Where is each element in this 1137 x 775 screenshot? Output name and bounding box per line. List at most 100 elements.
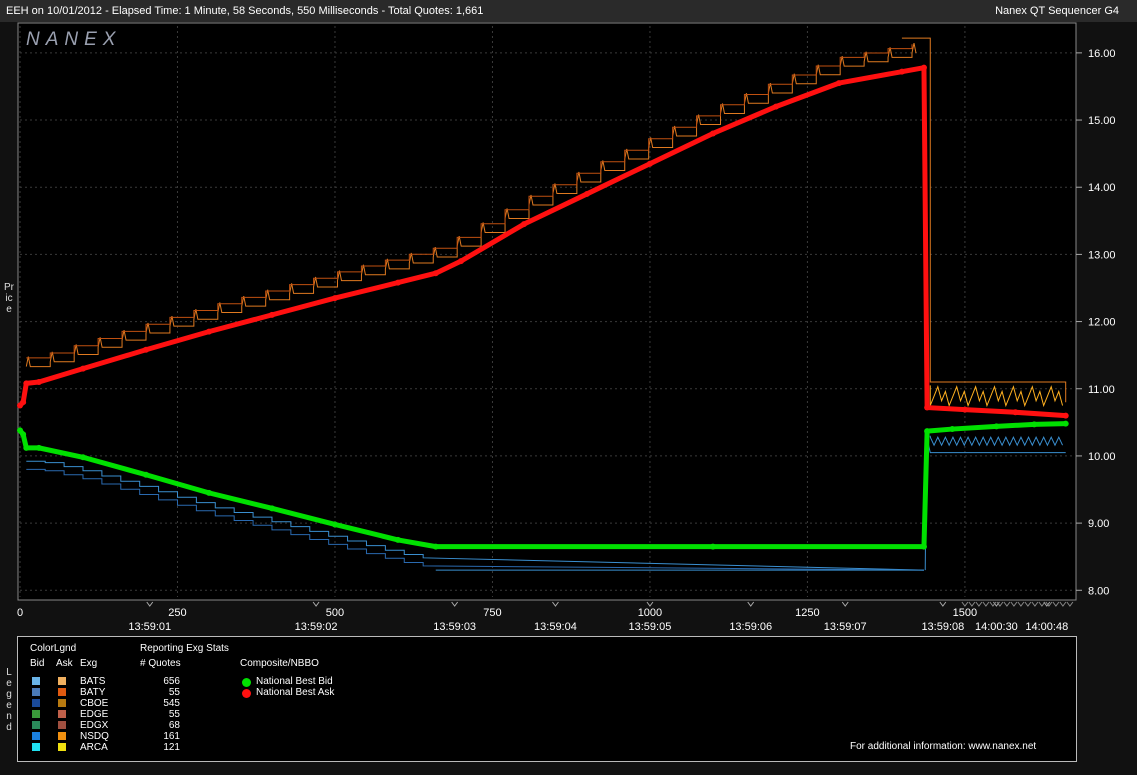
- time-marker: [989, 601, 997, 607]
- plot-area: [17, 22, 1077, 601]
- nbo-point: [35, 379, 42, 386]
- nbo-point: [20, 399, 27, 406]
- exchange-name: ARCA: [80, 742, 108, 753]
- time-label: 13:59:08: [921, 621, 964, 633]
- ask-swatch: [58, 688, 66, 696]
- time-label: 13:59:07: [824, 621, 867, 633]
- legend-heading: ColorLgnd: [30, 643, 77, 654]
- time-marker: [552, 601, 559, 607]
- col-quotes: # Quotes: [140, 658, 181, 669]
- nbo-point: [920, 64, 927, 71]
- nbbo-bid-dot: [242, 678, 251, 687]
- x-tick-label: 0: [17, 607, 23, 619]
- y-tick-label: 13.00: [1088, 249, 1116, 261]
- exchange-quote-count: 55: [168, 709, 180, 720]
- x-tick-label: 1500: [953, 607, 977, 619]
- nbo-point: [898, 68, 905, 75]
- exchange-quote-count: 656: [163, 676, 180, 687]
- x-tick-label: 250: [168, 607, 186, 619]
- time-label: 13:59:01: [128, 621, 171, 633]
- nbb-point: [949, 426, 956, 433]
- ask-swatch: [58, 743, 66, 751]
- time-marker: [1066, 601, 1074, 607]
- footer-link[interactable]: For additional information: www.nanex.ne…: [850, 741, 1036, 752]
- bid-swatch: [32, 732, 40, 740]
- nbb-point: [20, 431, 27, 438]
- time-marker: [1059, 601, 1067, 607]
- x-tick-label: 1250: [795, 607, 819, 619]
- y-tick-label: 15.00: [1088, 115, 1116, 127]
- bid-swatch: [32, 688, 40, 696]
- nbb-point: [993, 423, 1000, 430]
- nbo-point: [583, 190, 590, 197]
- bid-swatch: [32, 677, 40, 685]
- exchange-name: NSDQ: [80, 731, 109, 742]
- time-marker: [1052, 601, 1060, 607]
- ask-swatch: [58, 699, 66, 707]
- stats-heading: Reporting Exg Stats: [140, 643, 229, 654]
- time-label: 13:59:05: [629, 621, 672, 633]
- y-tick-label: 12.00: [1088, 317, 1116, 329]
- y-tick-label: 16.00: [1088, 48, 1116, 60]
- nbo-point: [432, 270, 439, 277]
- nbb-point: [709, 543, 716, 550]
- y-tick-label: 10.00: [1088, 451, 1116, 463]
- exchange-name: BATY: [80, 687, 106, 698]
- nbo-point: [835, 80, 842, 87]
- time-marker: [1017, 601, 1025, 607]
- time-label: 14:00:48: [1025, 621, 1068, 633]
- col-bid: Bid: [30, 658, 45, 669]
- exchange-name: EDGX: [80, 720, 109, 731]
- nbb-point: [23, 444, 30, 451]
- time-marker: [312, 601, 320, 607]
- ask-swatch: [58, 710, 66, 718]
- time-marker: [1031, 601, 1039, 607]
- nbo-point: [23, 380, 30, 387]
- nbb-point: [920, 543, 927, 550]
- y-tick-label: 9.00: [1088, 518, 1109, 530]
- nbo-point: [961, 406, 968, 413]
- exchange-name: EDGE: [80, 709, 109, 720]
- x-tick-label: 500: [326, 607, 344, 619]
- nbbo-ask-label: National Best Ask: [256, 687, 335, 698]
- time-marker: [968, 601, 976, 607]
- nbo-point: [457, 258, 464, 265]
- nbo-point: [1062, 412, 1069, 419]
- nbb-point: [1031, 421, 1038, 428]
- nbb-point: [142, 471, 149, 478]
- time-marker: [939, 601, 947, 607]
- nbo-point: [709, 130, 716, 137]
- time-marker: [975, 601, 983, 607]
- time-marker: [961, 601, 969, 607]
- nbo-point: [394, 279, 401, 286]
- col-exg: Exg: [80, 658, 98, 669]
- time-marker: [841, 601, 849, 607]
- nbb-point: [205, 489, 212, 496]
- time-marker: [996, 601, 1004, 607]
- nbb-point: [268, 505, 275, 512]
- nbo-point: [520, 221, 527, 228]
- time-marker: [982, 601, 990, 607]
- nbb-point: [924, 428, 931, 435]
- time-marker: [146, 601, 154, 607]
- nbo-point: [79, 365, 86, 372]
- bid-swatch: [32, 743, 40, 751]
- nbo-point: [142, 346, 149, 353]
- price-chart: 8.00 9.00 10.00 11.00 12.00 13.00 14.00 15.00 16…: [17, 22, 1116, 633]
- exchange-quote-count: 121: [163, 742, 180, 753]
- exchange-quote-count: 545: [163, 698, 180, 709]
- y-tick-label: 8.00: [1088, 585, 1109, 597]
- col-ask: Ask: [56, 658, 73, 669]
- nbo-point: [1012, 409, 1019, 416]
- time-label: 13:59:06: [729, 621, 772, 633]
- nbo-point: [646, 160, 653, 167]
- nbb-point: [432, 543, 439, 550]
- legend-panel: ColorLgnd Reporting Exg Stats Bid Ask Ex…: [17, 636, 1077, 762]
- exchange-quote-count: 161: [163, 731, 180, 742]
- y-tick-label: 14.00: [1088, 182, 1116, 194]
- nbb-point: [79, 454, 86, 461]
- ask-swatch: [58, 677, 66, 685]
- time-marker: [646, 601, 654, 607]
- exchange-name: CBOE: [80, 698, 109, 709]
- nbo-point: [268, 311, 275, 318]
